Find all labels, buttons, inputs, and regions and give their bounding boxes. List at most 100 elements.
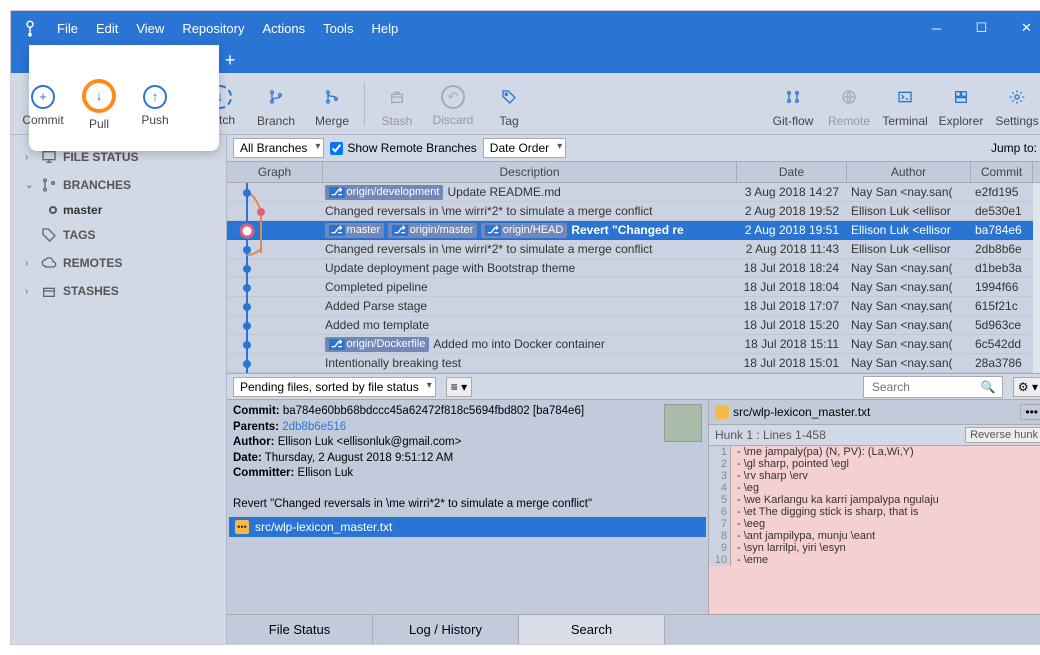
diff-pane: src/wlp-lexicon_master.txt ••• Hunk 1 : … (709, 400, 1040, 614)
detail-pane: Commit: ba784e60bb68bdccc45a62472f818c56… (227, 399, 1040, 614)
discard-icon: ↶ (441, 85, 465, 109)
terminal-button[interactable]: Terminal (877, 80, 933, 128)
sidebar-stashes[interactable]: › STASHES (15, 277, 222, 305)
commit-message: Revert "Changed reversals in \me wirri*2… (233, 497, 702, 513)
view-mode-button[interactable]: ≡ ▾ (446, 377, 472, 397)
col-author[interactable]: Author (847, 162, 971, 182)
jump-label[interactable]: Jump to: (991, 141, 1040, 155)
sidebar-item-master[interactable]: master (15, 199, 222, 221)
branch-icon (263, 84, 289, 110)
commit-row[interactable]: ⎇origin/developmentUpdate README.md3 Aug… (227, 183, 1033, 202)
diff-line[interactable]: 10- \eme (709, 554, 1040, 566)
tab-file-status[interactable]: File Status (227, 615, 373, 644)
diff-line[interactable]: 4- \eg (709, 482, 1040, 494)
commit-row[interactable]: ⎇origin/DockerfileAdded mo into Docker c… (227, 335, 1033, 354)
app-window: File Edit View Repository Actions Tools … (10, 10, 1040, 645)
explorer-button[interactable]: Explorer (933, 80, 989, 128)
modified-icon (715, 405, 729, 419)
branch-filter-combo[interactable]: All Branches (233, 138, 324, 158)
menu-view[interactable]: View (128, 17, 172, 40)
tab-log-history[interactable]: Log / History (373, 615, 519, 644)
diff-body[interactable]: 1- \me jampaly(pa) (N, PV): (La,Wi,Y)2- … (709, 446, 1040, 614)
branch-badge[interactable]: ⎇origin/HEAD (481, 223, 567, 238)
diff-line[interactable]: 9- \syn larrilpi, yiri \esyn (709, 542, 1040, 554)
pending-bar: Pending files, sorted by file status ≡ ▾… (227, 373, 1040, 399)
menu-edit[interactable]: Edit (88, 17, 126, 40)
commit-row[interactable]: Changed reversals in \me wirri*2* to sim… (227, 240, 1033, 259)
reverse-hunk-button[interactable]: Reverse hunk (965, 427, 1040, 443)
menu-repository[interactable]: Repository (174, 17, 252, 40)
sidebar-tags[interactable]: TAGS (15, 221, 222, 249)
app-icon (19, 17, 41, 39)
commit-row[interactable]: Added Parse stage18 Jul 2018 17:07Nay Sa… (227, 297, 1033, 316)
col-graph[interactable]: Graph (227, 162, 323, 182)
commit-grid-body[interactable]: ⎇origin/developmentUpdate README.md3 Aug… (227, 183, 1033, 373)
pull-button[interactable]: ↓ Pull (71, 77, 127, 131)
diff-file-header: src/wlp-lexicon_master.txt ••• (709, 400, 1040, 424)
changed-file-row[interactable]: ••• src/wlp-lexicon_master.txt (229, 517, 706, 537)
menu-actions[interactable]: Actions (254, 17, 313, 40)
col-date[interactable]: Date (737, 162, 847, 182)
commit-row[interactable]: Update deployment page with Bootstrap th… (227, 259, 1033, 278)
diff-line[interactable]: 5- \we Karlangu ka karri jampalypa ngula… (709, 494, 1040, 506)
commit-button[interactable]: + Commit (15, 81, 71, 127)
tag-button[interactable]: Tag (481, 80, 537, 128)
search-box[interactable]: 🔍 (863, 376, 1003, 398)
menu-help[interactable]: Help (363, 17, 406, 40)
options-gear-button[interactable]: ⚙ ▾ (1013, 377, 1040, 397)
search-input[interactable] (870, 379, 981, 395)
sidebar-remotes[interactable]: › REMOTES (15, 249, 222, 277)
branch-badge[interactable]: ⎇origin/development (325, 185, 443, 200)
branch-button[interactable]: Branch (248, 80, 304, 128)
diff-line[interactable]: 7- \eeg (709, 518, 1040, 530)
remote-button[interactable]: Remote (821, 80, 877, 128)
diff-line[interactable]: 6- \et The digging stick is sharp, that … (709, 506, 1040, 518)
branch-badge[interactable]: ⎇origin/master (388, 223, 477, 238)
commit-row[interactable]: Intentionally breaking test18 Jul 2018 1… (227, 354, 1033, 373)
main-panel: All Branches Show Remote Branches Date O… (227, 135, 1040, 644)
chevron-right-icon: › (25, 152, 35, 163)
sidebar-branches[interactable]: ⌄ BRANCHES (15, 171, 222, 199)
order-combo[interactable]: Date Order (483, 138, 566, 158)
settings-button[interactable]: Settings (989, 80, 1040, 128)
new-tab-button[interactable]: + (215, 47, 245, 73)
tag-icon (496, 84, 522, 110)
branch-badge[interactable]: ⎇master (325, 223, 384, 238)
menu-tools[interactable]: Tools (315, 17, 361, 40)
diff-line[interactable]: 8- \ant jampilypa, munju \eant (709, 530, 1040, 542)
maximize-button[interactable]: ☐ (959, 11, 1004, 45)
pending-label-combo[interactable]: Pending files, sorted by file status (233, 377, 436, 397)
menu-file[interactable]: File (49, 17, 86, 40)
commit-row[interactable]: Changed reversals in \me wirri*2* to sim… (227, 202, 1033, 221)
commit-icon: + (31, 85, 55, 109)
minimize-button[interactable]: ─ (914, 11, 959, 45)
commit-row[interactable]: Added mo template18 Jul 2018 15:20Nay Sa… (227, 316, 1033, 335)
tab-search[interactable]: Search (519, 615, 665, 644)
diff-line[interactable]: 3- \rv sharp \erv (709, 470, 1040, 482)
bottom-tabs: File Status Log / History Search (227, 614, 1040, 644)
col-commit[interactable]: Commit (971, 162, 1033, 182)
commit-row[interactable]: Completed pipeline18 Jul 2018 18:04Nay S… (227, 278, 1033, 297)
chevron-right-icon: › (25, 286, 35, 297)
stash-icon (384, 84, 410, 110)
parent-link[interactable]: 2db8b6e516 (282, 421, 346, 433)
push-button[interactable]: ↑ Push (127, 81, 183, 127)
diff-options-button[interactable]: ••• (1020, 404, 1040, 420)
cloud-icon (41, 255, 57, 271)
push-icon: ↑ (143, 85, 167, 109)
show-remote-checkbox[interactable]: Show Remote Branches (330, 141, 476, 155)
diff-line[interactable]: 2- \gl sharp, pointed \egl (709, 458, 1040, 470)
diff-line[interactable]: 1- \me jampaly(pa) (N, PV): (La,Wi,Y) (709, 446, 1040, 458)
sidebar: › FILE STATUS ⌄ BRANCHES master TAGS › (11, 135, 227, 644)
commit-row[interactable]: ⎇master⎇origin/master⎇origin/HEADRevert … (227, 221, 1033, 240)
gitflow-button[interactable]: Git-flow (765, 80, 821, 128)
col-desc[interactable]: Description (323, 162, 737, 182)
close-button[interactable]: ✕ (1004, 11, 1040, 45)
merge-button[interactable]: Merge (304, 80, 360, 128)
discard-button[interactable]: ↶ Discard (425, 81, 481, 127)
branch-badge[interactable]: ⎇origin/Dockerfile (325, 337, 429, 352)
settings-icon (1004, 84, 1030, 110)
stash-button[interactable]: Stash (369, 80, 425, 128)
vertical-scrollbar[interactable] (1033, 183, 1040, 373)
gitflow-icon (780, 84, 806, 110)
